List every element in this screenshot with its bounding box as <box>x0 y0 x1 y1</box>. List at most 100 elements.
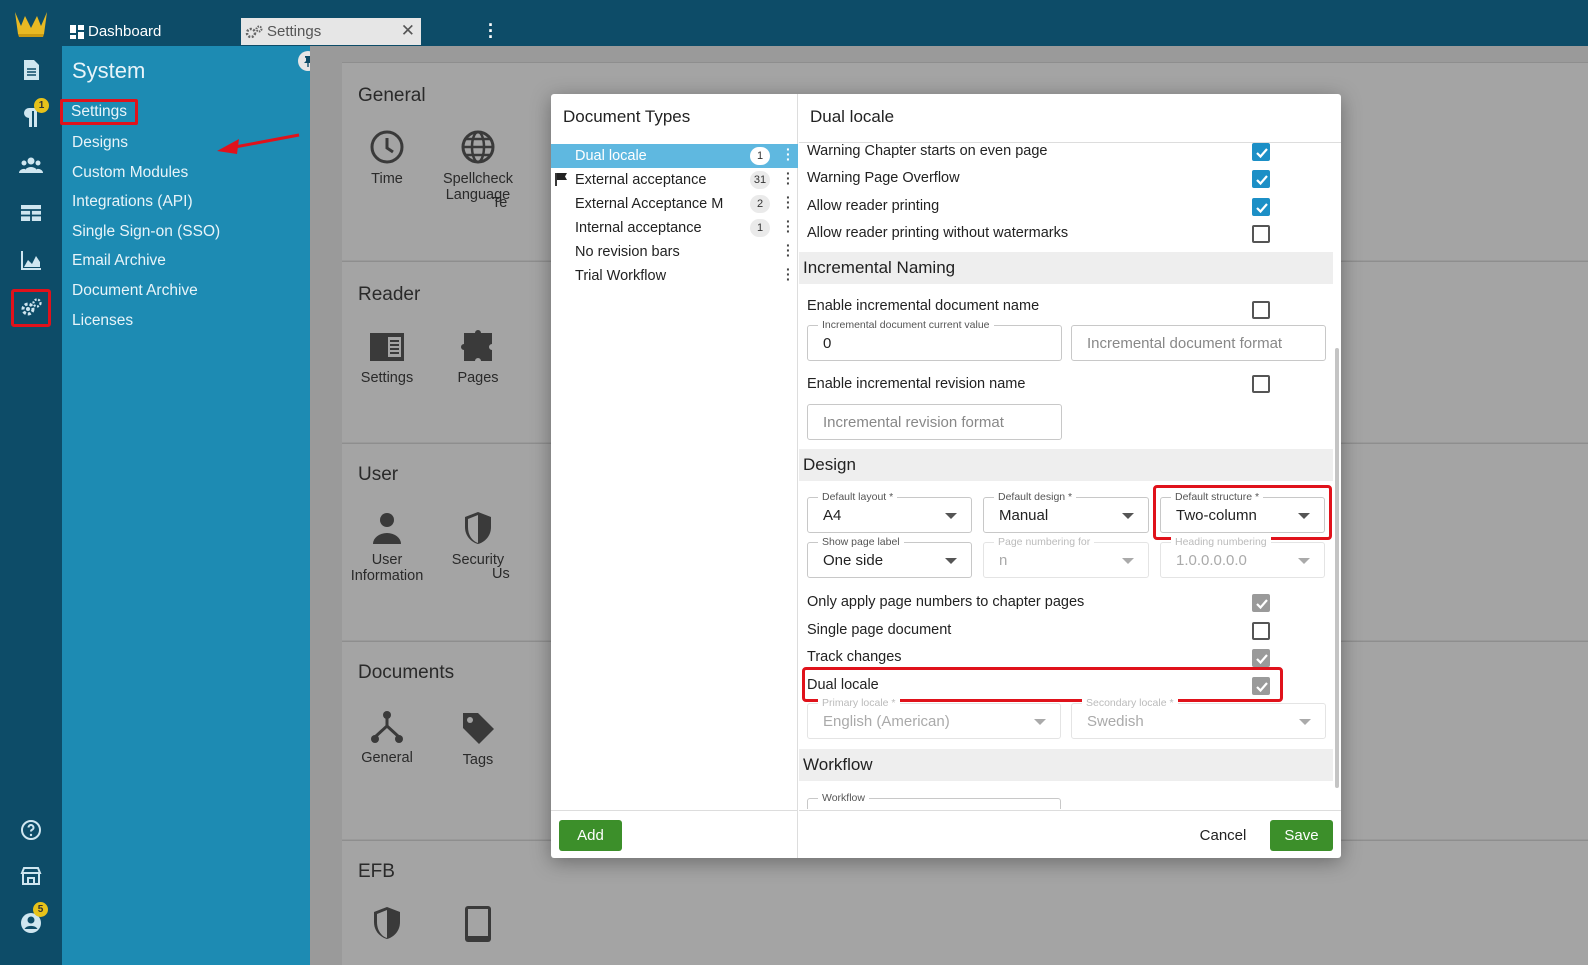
show-page-label-select[interactable]: Show page label One side <box>807 536 972 578</box>
section-title: User <box>358 464 399 485</box>
reader-icon <box>370 333 404 361</box>
list-item[interactable]: External Acceptance M 2 · · · <box>551 190 798 216</box>
tab-dashboard[interactable]: Dashboard <box>66 18 161 45</box>
paragraph-icon[interactable]: 1 <box>11 98 51 136</box>
list-item[interactable]: Trial Workflow · · · <box>551 262 798 288</box>
sidebar-item-settings[interactable]: Settings <box>60 99 139 125</box>
sidebar-item-designs[interactable]: Designs <box>72 134 128 152</box>
count-badge: 2 <box>750 195 770 213</box>
details-title: Dual locale <box>810 107 895 126</box>
tile-time[interactable]: Time <box>342 129 432 187</box>
tile-partial[interactable]: Us <box>492 566 532 582</box>
list-item[interactable]: No revision bars · · · <box>551 238 798 264</box>
document-icon[interactable] <box>11 51 51 89</box>
default-layout-select[interactable]: Default layout * A4 <box>807 491 972 533</box>
help-icon[interactable] <box>11 811 51 849</box>
sidebar-item-custom-modules[interactable]: Custom Modules <box>72 164 188 182</box>
account-icon[interactable]: 5 <box>11 902 51 942</box>
default-design-select[interactable]: Default design * Manual <box>983 491 1149 533</box>
workflow-select[interactable]: Workflow <box>807 792 1061 809</box>
incremental-current-value-field[interactable]: Incremental document current value 0 <box>807 319 1062 361</box>
list-item[interactable]: External acceptance 31 · · · <box>551 166 798 192</box>
heading-numbering-select[interactable]: Heading numbering 1.0.0.0.0.0 <box>1160 536 1325 578</box>
warning-chapter-checkbox[interactable] <box>1252 143 1270 161</box>
sidebar-item-integrations[interactable]: Integrations (API) <box>72 193 193 211</box>
flag-icon <box>555 173 567 186</box>
close-tab-icon[interactable]: ✕ <box>401 21 415 41</box>
sidebar-item-email-archive[interactable]: Email Archive <box>72 252 166 270</box>
globe-icon <box>461 130 495 164</box>
tile-efb-tablet[interactable] <box>433 905 523 949</box>
section-efb: EFB <box>342 840 1588 965</box>
tab-menu-icon[interactable]: · · · <box>488 16 494 46</box>
add-button[interactable]: Add <box>559 820 622 851</box>
more-options-icon[interactable]: · · · <box>786 142 791 166</box>
dashboard-icon <box>70 24 84 39</box>
allow-printing-checkbox[interactable] <box>1252 198 1270 216</box>
crown-logo-icon[interactable] <box>11 6 51 38</box>
list-item[interactable]: Internal acceptance 1 · · · <box>551 214 798 240</box>
secondary-locale-select[interactable]: Secondary locale * Swedish <box>1071 697 1326 739</box>
tile-reader-settings[interactable]: Settings <box>342 330 432 386</box>
tab-settings[interactable]: Settings ✕ <box>241 18 421 45</box>
allow-printing-no-watermark-checkbox[interactable] <box>1252 225 1270 243</box>
tile-spellcheck[interactable]: Spellcheck Language <box>433 129 523 203</box>
cancel-button[interactable]: Cancel <box>1189 820 1257 851</box>
chart-icon[interactable] <box>11 241 51 279</box>
list-item[interactable]: Dual locale 1 · · · <box>551 142 798 168</box>
sidebar-item-licenses[interactable]: Licenses <box>72 312 133 330</box>
details-footer: Cancel Save <box>799 810 1341 858</box>
annotation-arrow-icon <box>217 133 300 154</box>
users-icon[interactable] <box>11 146 51 184</box>
shield-icon <box>374 907 400 939</box>
icon-rail: 1 5 <box>0 0 62 965</box>
more-options-icon[interactable]: · · · <box>786 214 791 238</box>
tile-tags[interactable]: Tags <box>433 710 523 768</box>
section-header: Workflow <box>799 749 1333 781</box>
table-icon[interactable] <box>11 194 51 232</box>
enable-incremental-rev-checkbox[interactable] <box>1252 375 1270 393</box>
details-scroll-area: Warning Chapter starts on even page Warn… <box>799 143 1341 809</box>
tile-documents-general[interactable]: General <box>342 710 432 766</box>
track-changes-checkbox[interactable] <box>1252 649 1270 667</box>
store-icon[interactable] <box>11 857 51 895</box>
chevron-down-icon <box>1034 719 1046 725</box>
more-options-icon[interactable]: · · · <box>786 238 791 262</box>
tab-label: Dashboard <box>88 23 162 40</box>
chevron-down-icon <box>945 558 957 564</box>
page-numbering-select[interactable]: Page numbering for n <box>983 536 1149 578</box>
chevron-down-icon <box>1298 558 1310 564</box>
clock-icon <box>370 130 404 164</box>
checkbox-label: Only apply page numbers to chapter pages <box>807 594 1085 610</box>
section-header: Design <box>799 449 1333 481</box>
count-badge: 31 <box>750 171 770 189</box>
save-button[interactable]: Save <box>1270 820 1333 851</box>
tile-user-information[interactable]: User Information <box>342 510 432 584</box>
system-sidebar: System Settings Designs Custom Modules I… <box>60 46 318 965</box>
more-options-icon[interactable]: · · · <box>786 190 791 214</box>
more-options-icon[interactable]: · · · <box>786 166 791 190</box>
incremental-rev-format-field[interactable]: Incremental revision format <box>807 404 1062 440</box>
more-options-icon[interactable]: · · · <box>786 262 791 286</box>
puzzle-icon <box>461 330 492 361</box>
checkbox-label: Warning Chapter starts on even page <box>807 143 1048 159</box>
tile-partial[interactable]: Te <box>492 195 532 211</box>
count-badge: 1 <box>750 147 770 165</box>
incremental-doc-format-field[interactable]: Incremental document format <box>1071 325 1326 361</box>
system-settings-icon[interactable] <box>11 289 51 327</box>
sidebar-item-document-archive[interactable]: Document Archive <box>72 282 198 300</box>
primary-locale-select[interactable]: Primary locale * English (American) <box>807 697 1061 739</box>
checkbox-label: Enable incremental revision name <box>807 376 1026 392</box>
single-page-checkbox[interactable] <box>1252 622 1270 640</box>
tile-security[interactable]: Security <box>433 510 523 568</box>
tile-pages[interactable]: Pages <box>433 330 523 386</box>
enable-incremental-doc-checkbox[interactable] <box>1252 301 1270 319</box>
section-title: Documents <box>358 662 455 683</box>
tile-efb-security[interactable] <box>342 905 432 947</box>
only-chapter-pages-checkbox[interactable] <box>1252 594 1270 612</box>
warning-overflow-checkbox[interactable] <box>1252 170 1270 188</box>
scrollbar[interactable] <box>1335 348 1339 788</box>
sidebar-item-sso[interactable]: Single Sign-on (SSO) <box>72 223 220 241</box>
tablet-icon <box>465 906 491 942</box>
document-type-details: Dual locale Warning Chapter starts on ev… <box>799 94 1341 858</box>
